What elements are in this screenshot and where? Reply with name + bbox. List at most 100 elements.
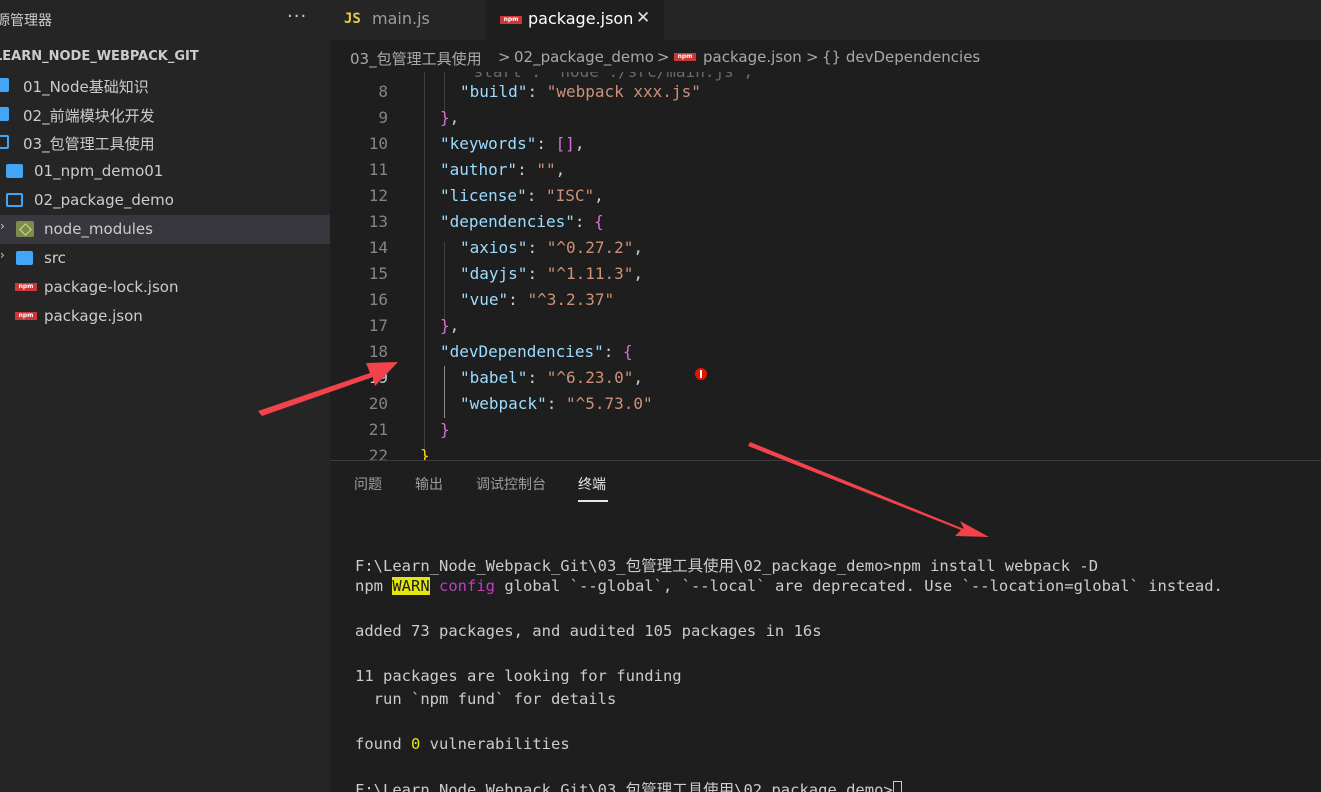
code-token: "webpack xxx.js" bbox=[546, 82, 701, 101]
code-line: 22} bbox=[330, 443, 1321, 460]
tab-terminal[interactable]: 终端 bbox=[578, 474, 606, 494]
breadcrumb-folder[interactable]: 03_包管理工具使用 bbox=[350, 48, 482, 69]
code-token: : bbox=[574, 212, 595, 231]
code-line: 18 "devDependencies": { bbox=[330, 339, 1321, 365]
terminal-text: vulnerabilities bbox=[420, 735, 570, 753]
tree-item-src[interactable]: › src bbox=[0, 244, 330, 273]
code-token: "ISC" bbox=[545, 186, 595, 205]
tab-label: main.js bbox=[372, 9, 430, 28]
code-token: "dayjs" bbox=[460, 264, 528, 283]
terminal-prompt: F:\Learn_Node_Webpack_Git\03_包管理工具使用\02_… bbox=[355, 781, 893, 792]
breadcrumb-file[interactable]: package.json bbox=[703, 48, 802, 66]
code-line: 9}, bbox=[330, 105, 1321, 131]
code-line: 20 "webpack": "^5.73.0" bbox=[330, 391, 1321, 417]
npm-file-icon: npm bbox=[674, 53, 696, 61]
code-text: "keywords": [], bbox=[440, 134, 585, 153]
tree-item-package-json[interactable]: npm package.json bbox=[0, 302, 330, 331]
tree-item-package-lock[interactable]: npm package-lock.json bbox=[0, 273, 330, 302]
breadcrumb-symbol[interactable]: {} devDependencies bbox=[822, 48, 980, 66]
line-number: 11 bbox=[368, 160, 388, 179]
code-token: , bbox=[633, 264, 644, 283]
tree-item-01-node[interactable]: 01_Node基础知识 bbox=[0, 71, 330, 100]
code-text: "license": "ISC", bbox=[440, 186, 604, 205]
code-line: 15 "dayjs": "^1.11.3", bbox=[330, 261, 1321, 287]
breadcrumb-subfolder[interactable]: 02_package_demo bbox=[514, 48, 654, 66]
line-number: 12 bbox=[368, 186, 388, 205]
explorer-sidebar: 源管理器 ··· LEARN_NODE_WEBPACK_GIT 01_Node基… bbox=[0, 0, 330, 792]
tab-output[interactable]: 输出 bbox=[415, 474, 443, 494]
code-text: "author": "", bbox=[440, 160, 565, 179]
code-token: : bbox=[536, 134, 556, 153]
breadcrumb: 03_包管理工具使用 > 02_package_demo npm > packa… bbox=[330, 40, 1321, 72]
tab-package-json[interactable]: npm package.json ✕ bbox=[486, 0, 664, 40]
close-icon[interactable]: ✕ bbox=[636, 8, 650, 28]
tree-item-label: node_modules bbox=[44, 220, 153, 238]
line-number: 21 bbox=[368, 420, 388, 439]
terminal-output[interactable]: F:\Learn_Node_Webpack_Git\03_包管理工具使用\02_… bbox=[355, 554, 1223, 792]
terminal-cursor bbox=[892, 781, 902, 792]
npm-file-icon: npm bbox=[15, 283, 37, 291]
code-token: , bbox=[449, 316, 460, 335]
folder-open-icon bbox=[6, 193, 23, 207]
tree-item-label: 01_Node基础知识 bbox=[23, 78, 149, 96]
code-token: } bbox=[420, 446, 430, 460]
terminal-line: F:\Learn_Node_Webpack_Git\03_包管理工具使用\02_… bbox=[355, 557, 1099, 575]
code-token: "^0.27.2" bbox=[546, 238, 634, 257]
folder-open-icon bbox=[0, 135, 9, 149]
code-token: "^5.73.0" bbox=[565, 394, 653, 413]
code-text: "devDependencies": { bbox=[440, 342, 633, 361]
code-token: } bbox=[440, 316, 450, 335]
code-line: 12 "license": "ISC", bbox=[330, 183, 1321, 209]
workspace-root[interactable]: LEARN_NODE_WEBPACK_GIT bbox=[0, 42, 330, 72]
chevron-right-icon[interactable]: › bbox=[0, 219, 5, 233]
tree-item-02-modular[interactable]: 02_前端模块化开发 bbox=[0, 100, 330, 129]
code-token: "devDependencies" bbox=[440, 342, 604, 361]
tree-item-label: package.json bbox=[44, 307, 143, 325]
folder-icon bbox=[6, 164, 23, 178]
folder-icon bbox=[16, 251, 33, 265]
explorer-title: 源管理器 bbox=[0, 13, 52, 29]
line-number: 20 bbox=[368, 394, 388, 413]
code-line: 14 "axios": "^0.27.2", bbox=[330, 235, 1321, 261]
code-text: }, bbox=[440, 316, 459, 335]
code-token: : bbox=[527, 238, 547, 257]
code-token: "keywords" bbox=[440, 134, 537, 153]
tree-item-npm-demo01[interactable]: 01_npm_demo01 bbox=[0, 157, 330, 186]
terminal-line: run `npm fund` for details bbox=[355, 690, 617, 708]
code-token: "dependencies" bbox=[440, 212, 575, 231]
code-text: }, bbox=[440, 108, 459, 127]
code-line: 10 "keywords": [], bbox=[330, 131, 1321, 157]
line-number: 9 bbox=[378, 108, 388, 127]
terminal-line: F:\Learn_Node_Webpack_Git\03_包管理工具使用\02_… bbox=[355, 778, 902, 792]
tab-problems[interactable]: 问题 bbox=[354, 474, 382, 494]
tab-debug-console[interactable]: 调试控制台 bbox=[476, 474, 546, 494]
tree-item-label: 03_包管理工具使用 bbox=[23, 135, 155, 153]
tab-main-js[interactable]: JS main.js bbox=[330, 0, 486, 40]
tree-item-package-demo[interactable]: 02_package_demo bbox=[0, 186, 330, 215]
line-number: 14 bbox=[368, 238, 388, 257]
code-token: : bbox=[527, 264, 547, 283]
tab-label: package.json bbox=[528, 9, 634, 28]
code-text: "dependencies": { bbox=[440, 212, 604, 231]
code-text: } bbox=[440, 420, 450, 439]
vulnerability-count: 0 bbox=[411, 735, 421, 753]
code-token: : bbox=[526, 186, 546, 205]
tree-item-label: package-lock.json bbox=[44, 278, 179, 296]
tree-item-03-package-tools[interactable]: 03_包管理工具使用 bbox=[0, 128, 330, 157]
chevron-right-icon[interactable]: › bbox=[0, 248, 5, 262]
tree-item-node-modules[interactable]: › node_modules bbox=[0, 215, 330, 244]
line-number: 22 bbox=[368, 446, 388, 460]
breadcrumb-separator: > bbox=[498, 48, 511, 66]
code-text: "dayjs": "^1.11.3", bbox=[460, 264, 643, 283]
more-actions-icon[interactable]: ··· bbox=[287, 6, 307, 27]
line-number: 13 bbox=[368, 212, 388, 231]
warn-badge: WARN bbox=[392, 577, 430, 595]
code-token: "axios" bbox=[460, 238, 528, 257]
code-token: : bbox=[546, 394, 566, 413]
code-token: "author" bbox=[440, 160, 518, 179]
code-token: "^1.11.3" bbox=[546, 264, 634, 283]
code-editor[interactable]: "start": "node ./src/main.js", 8"build":… bbox=[330, 72, 1321, 460]
code-line: 19 "babel": "^6.23.0", bbox=[330, 365, 1321, 391]
line-number: 8 bbox=[378, 82, 388, 101]
